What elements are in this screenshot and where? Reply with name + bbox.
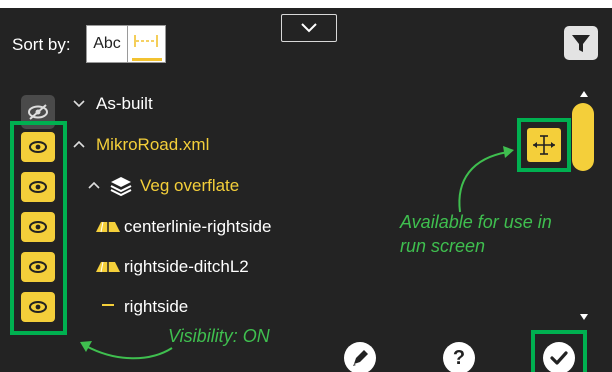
surface-icon bbox=[96, 261, 120, 273]
layer-label: rightside-ditchL2 bbox=[124, 257, 249, 276]
layer-label: rightside bbox=[124, 297, 189, 316]
layer-manager-screen: Sort by: Abc As-built MikroRoad.xml Veg … bbox=[0, 8, 612, 372]
visibility-highlight-box bbox=[10, 121, 67, 335]
layer-label: As-built bbox=[96, 94, 153, 113]
chevron-down-icon bbox=[301, 23, 317, 33]
sort-by-label: Sort by: bbox=[12, 35, 71, 54]
run-screen-annotation-arrow bbox=[458, 146, 514, 213]
run-screen-annotation-line2: run screen bbox=[400, 236, 486, 256]
filter-icon bbox=[572, 35, 590, 52]
panel-dropdown-button[interactable] bbox=[281, 14, 337, 42]
layer-label: MikroRoad.xml bbox=[96, 135, 210, 154]
chevron-down-icon bbox=[73, 100, 85, 108]
layers-icon bbox=[110, 177, 132, 197]
checkmark-icon bbox=[550, 351, 568, 365]
visibility-annotation-arrow bbox=[80, 341, 173, 360]
sort-toggle: Abc bbox=[86, 25, 166, 63]
run-screen-annotation: Available for use in run screen bbox=[400, 210, 552, 258]
edit-button[interactable] bbox=[344, 342, 376, 372]
scrollbar-thumb[interactable] bbox=[572, 103, 594, 171]
move-layer-button[interactable] bbox=[527, 128, 561, 162]
sort-length-button[interactable] bbox=[127, 26, 166, 62]
confirm-button[interactable] bbox=[543, 342, 575, 372]
help-icon: ? bbox=[452, 347, 466, 369]
scroll-up-arrow-icon[interactable] bbox=[579, 90, 589, 98]
layer-label: Veg overflate bbox=[140, 176, 240, 195]
surface-icon bbox=[96, 221, 120, 233]
sort-active-indicator bbox=[132, 58, 162, 61]
layer-label: centerlinie-rightside bbox=[124, 217, 272, 236]
chevron-up-icon bbox=[88, 181, 100, 189]
move-icon bbox=[533, 135, 555, 155]
visibility-annotation: Visibility: ON bbox=[168, 326, 270, 346]
run-screen-annotation-line1: Available for use in bbox=[400, 212, 552, 232]
chevron-up-icon bbox=[73, 140, 85, 148]
length-icon bbox=[134, 35, 158, 47]
filter-button[interactable] bbox=[564, 26, 598, 60]
sort-alphabetical-button[interactable]: Abc bbox=[87, 26, 127, 62]
pencil-icon bbox=[353, 350, 368, 366]
help-button[interactable]: ? bbox=[443, 342, 475, 372]
scroll-down-arrow-icon[interactable] bbox=[579, 313, 589, 321]
line-icon bbox=[102, 304, 114, 306]
